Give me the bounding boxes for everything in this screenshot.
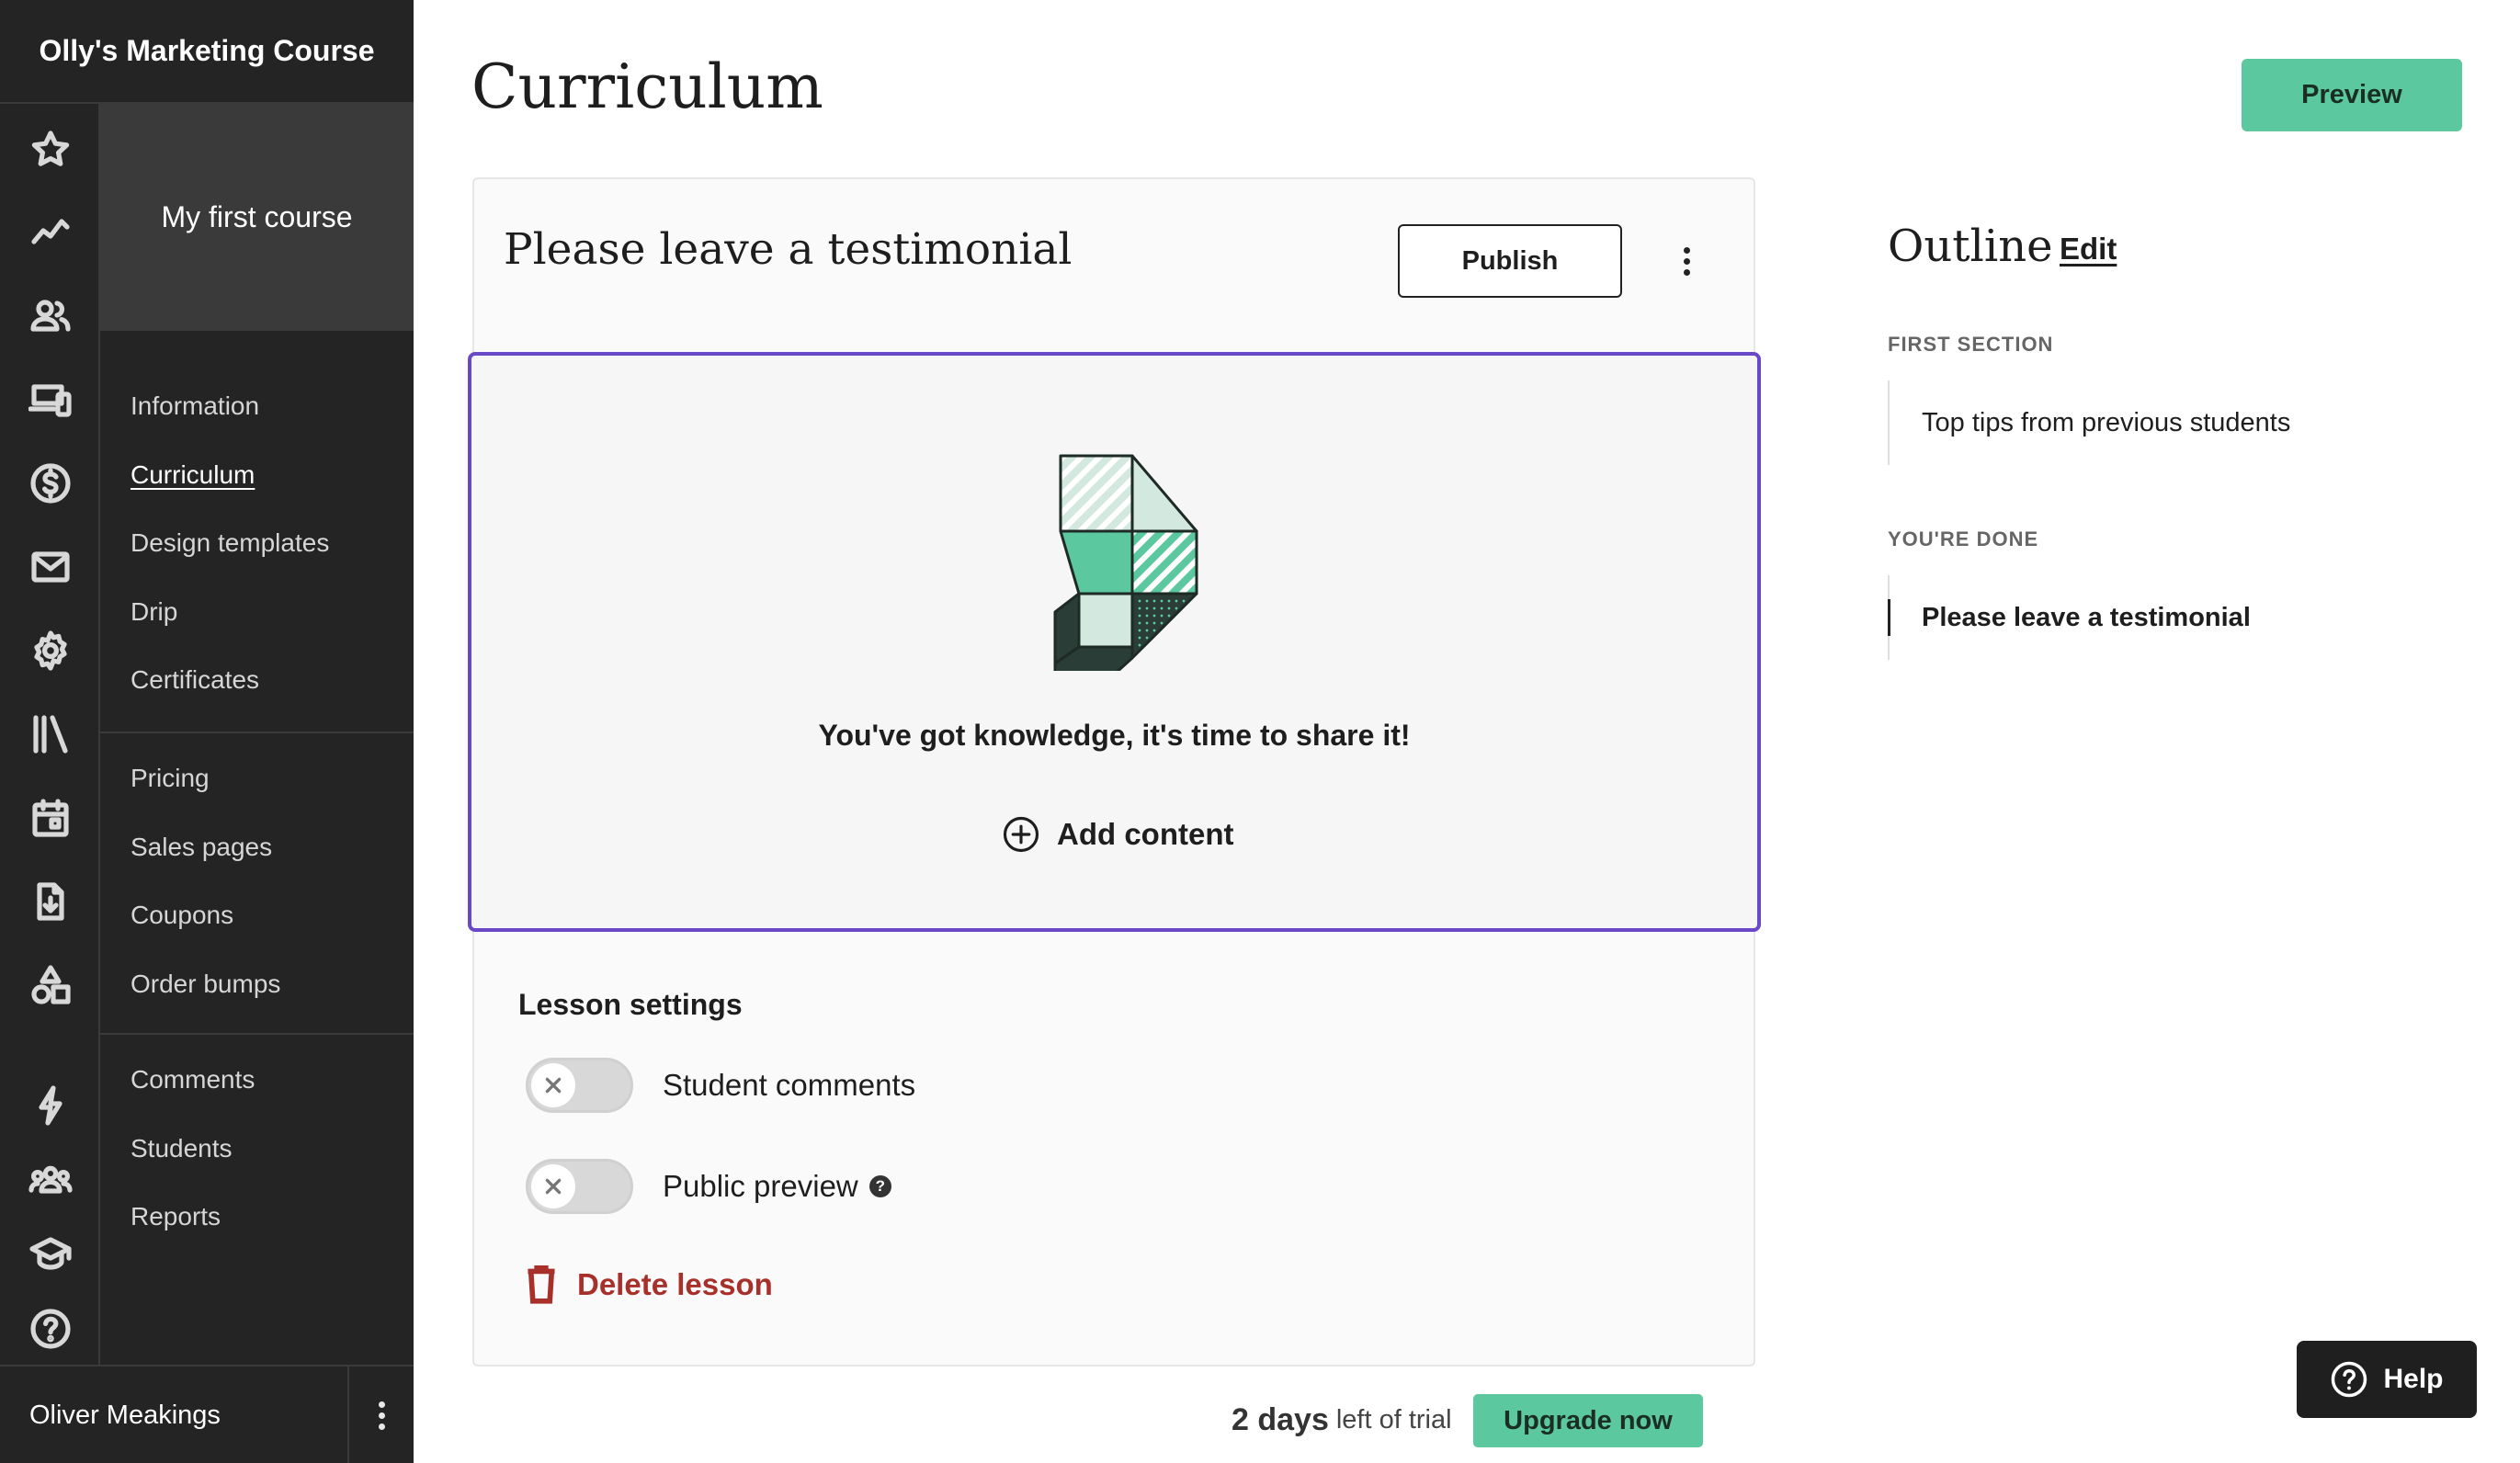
sidebar-item-order-bumps[interactable]: Order bumps bbox=[131, 970, 280, 999]
star-icon[interactable] bbox=[26, 125, 75, 175]
graduation-icon[interactable] bbox=[26, 1230, 75, 1279]
toggle-knob bbox=[531, 1164, 575, 1208]
help-circle-icon[interactable] bbox=[26, 1304, 75, 1354]
course-card[interactable]: My first course bbox=[100, 104, 414, 331]
lesson-title[interactable]: Please leave a testimonial bbox=[504, 224, 1072, 275]
help-circle-icon bbox=[2332, 1361, 2367, 1398]
trend-icon[interactable] bbox=[26, 208, 75, 257]
help-button[interactable]: Help bbox=[2297, 1341, 2477, 1418]
trial-bar: 2 days left of trial Upgrade now bbox=[414, 1377, 2520, 1463]
outline-title: Outline bbox=[1888, 221, 2053, 272]
outline-edit-link[interactable]: Edit bbox=[2060, 232, 2117, 267]
course-title[interactable]: Olly's Marketing Course bbox=[0, 0, 414, 104]
trash-icon bbox=[528, 1265, 555, 1304]
question-icon[interactable]: ? bbox=[868, 1175, 891, 1197]
delete-lesson-label: Delete lesson bbox=[577, 1267, 773, 1301]
sidebar-item-curriculum[interactable]: Curriculum bbox=[131, 460, 255, 490]
trial-days: 2 days bbox=[1232, 1401, 1329, 1437]
user-name[interactable]: Oliver Meakings bbox=[29, 1367, 221, 1463]
sidebar-item-sales-pages[interactable]: Sales pages bbox=[131, 833, 272, 862]
more-vertical-icon bbox=[378, 1401, 385, 1430]
library-icon[interactable] bbox=[26, 709, 75, 759]
outline-lesson-item[interactable]: Top tips from previous students bbox=[1888, 380, 2290, 465]
delete-lesson-button[interactable]: Delete lesson bbox=[526, 1261, 773, 1309]
outline-lesson-item-current[interactable]: Please leave a testimonial bbox=[1888, 575, 2251, 660]
trial-status: 2 days left of trial bbox=[1232, 1377, 1452, 1463]
nav-group-students: Comments Students Reports bbox=[100, 1035, 414, 1265]
sidebar-item-design-templates[interactable]: Design templates bbox=[131, 528, 329, 558]
sidebar-item-comments[interactable]: Comments bbox=[131, 1065, 255, 1094]
help-label: Help bbox=[2383, 1364, 2444, 1394]
upgrade-button[interactable]: Upgrade now bbox=[1473, 1394, 1703, 1447]
trial-suffix: left of trial bbox=[1335, 1404, 1452, 1435]
icon-rail bbox=[0, 104, 100, 1365]
toggle-knob bbox=[531, 1063, 575, 1107]
sidebar-item-information[interactable]: Information bbox=[131, 391, 259, 421]
student-comments-row: Student comments bbox=[526, 1058, 915, 1113]
page-title: Curriculum bbox=[471, 51, 823, 122]
lesson-menu-button[interactable] bbox=[1671, 230, 1702, 292]
shapes-icon[interactable] bbox=[26, 960, 75, 1010]
sidebar: Olly's Marketing Course My first course … bbox=[0, 0, 414, 1463]
nav-group-course: Information Curriculum Design templates … bbox=[100, 331, 414, 732]
publish-button[interactable]: Publish bbox=[1398, 224, 1622, 298]
download-icon[interactable] bbox=[26, 877, 75, 926]
user-bar: Oliver Meakings bbox=[0, 1365, 414, 1463]
mail-icon[interactable] bbox=[26, 542, 75, 592]
sidebar-item-reports[interactable]: Reports bbox=[131, 1202, 221, 1231]
calendar-icon[interactable] bbox=[26, 793, 75, 843]
plus-circle-icon bbox=[1003, 816, 1039, 853]
sidebar-item-certificates[interactable]: Certificates bbox=[131, 665, 259, 695]
users-icon[interactable] bbox=[26, 291, 75, 341]
sidebar-item-pricing[interactable]: Pricing bbox=[131, 764, 210, 793]
user-menu-button[interactable] bbox=[347, 1367, 414, 1463]
community-icon[interactable] bbox=[26, 1155, 75, 1205]
devices-icon[interactable] bbox=[26, 375, 75, 425]
lightning-icon[interactable] bbox=[26, 1081, 75, 1130]
add-content-label: Add content bbox=[1057, 817, 1234, 851]
public-preview-label: Public preview bbox=[663, 1169, 858, 1203]
student-comments-toggle[interactable] bbox=[526, 1058, 633, 1113]
public-preview-toggle[interactable] bbox=[526, 1159, 633, 1214]
sidebar-item-students[interactable]: Students bbox=[131, 1134, 233, 1163]
dollar-icon[interactable] bbox=[26, 459, 75, 508]
preview-button[interactable]: Preview bbox=[2242, 59, 2462, 131]
outline-section-name: YOU'RE DONE bbox=[1888, 527, 2039, 550]
close-icon bbox=[545, 1178, 562, 1195]
student-comments-label: Student comments bbox=[663, 1068, 916, 1102]
lesson-settings-heading: Lesson settings bbox=[518, 988, 743, 1021]
empty-state-illustration bbox=[1053, 454, 1198, 671]
outline-section-name: FIRST SECTION bbox=[1888, 333, 2054, 356]
nav-group-sales: Pricing Sales pages Coupons Order bumps bbox=[100, 733, 414, 1033]
sidebar-item-coupons[interactable]: Coupons bbox=[131, 901, 233, 930]
gear-icon[interactable] bbox=[26, 626, 75, 675]
sidebar-item-drip[interactable]: Drip bbox=[131, 597, 177, 627]
add-content-button[interactable]: Add content bbox=[1002, 811, 1233, 857]
public-preview-row: Public preview ? bbox=[526, 1159, 891, 1214]
close-icon bbox=[545, 1077, 562, 1094]
more-vertical-icon bbox=[1683, 246, 1690, 276]
empty-state-message: You've got knowledge, it's time to share… bbox=[818, 719, 1411, 752]
